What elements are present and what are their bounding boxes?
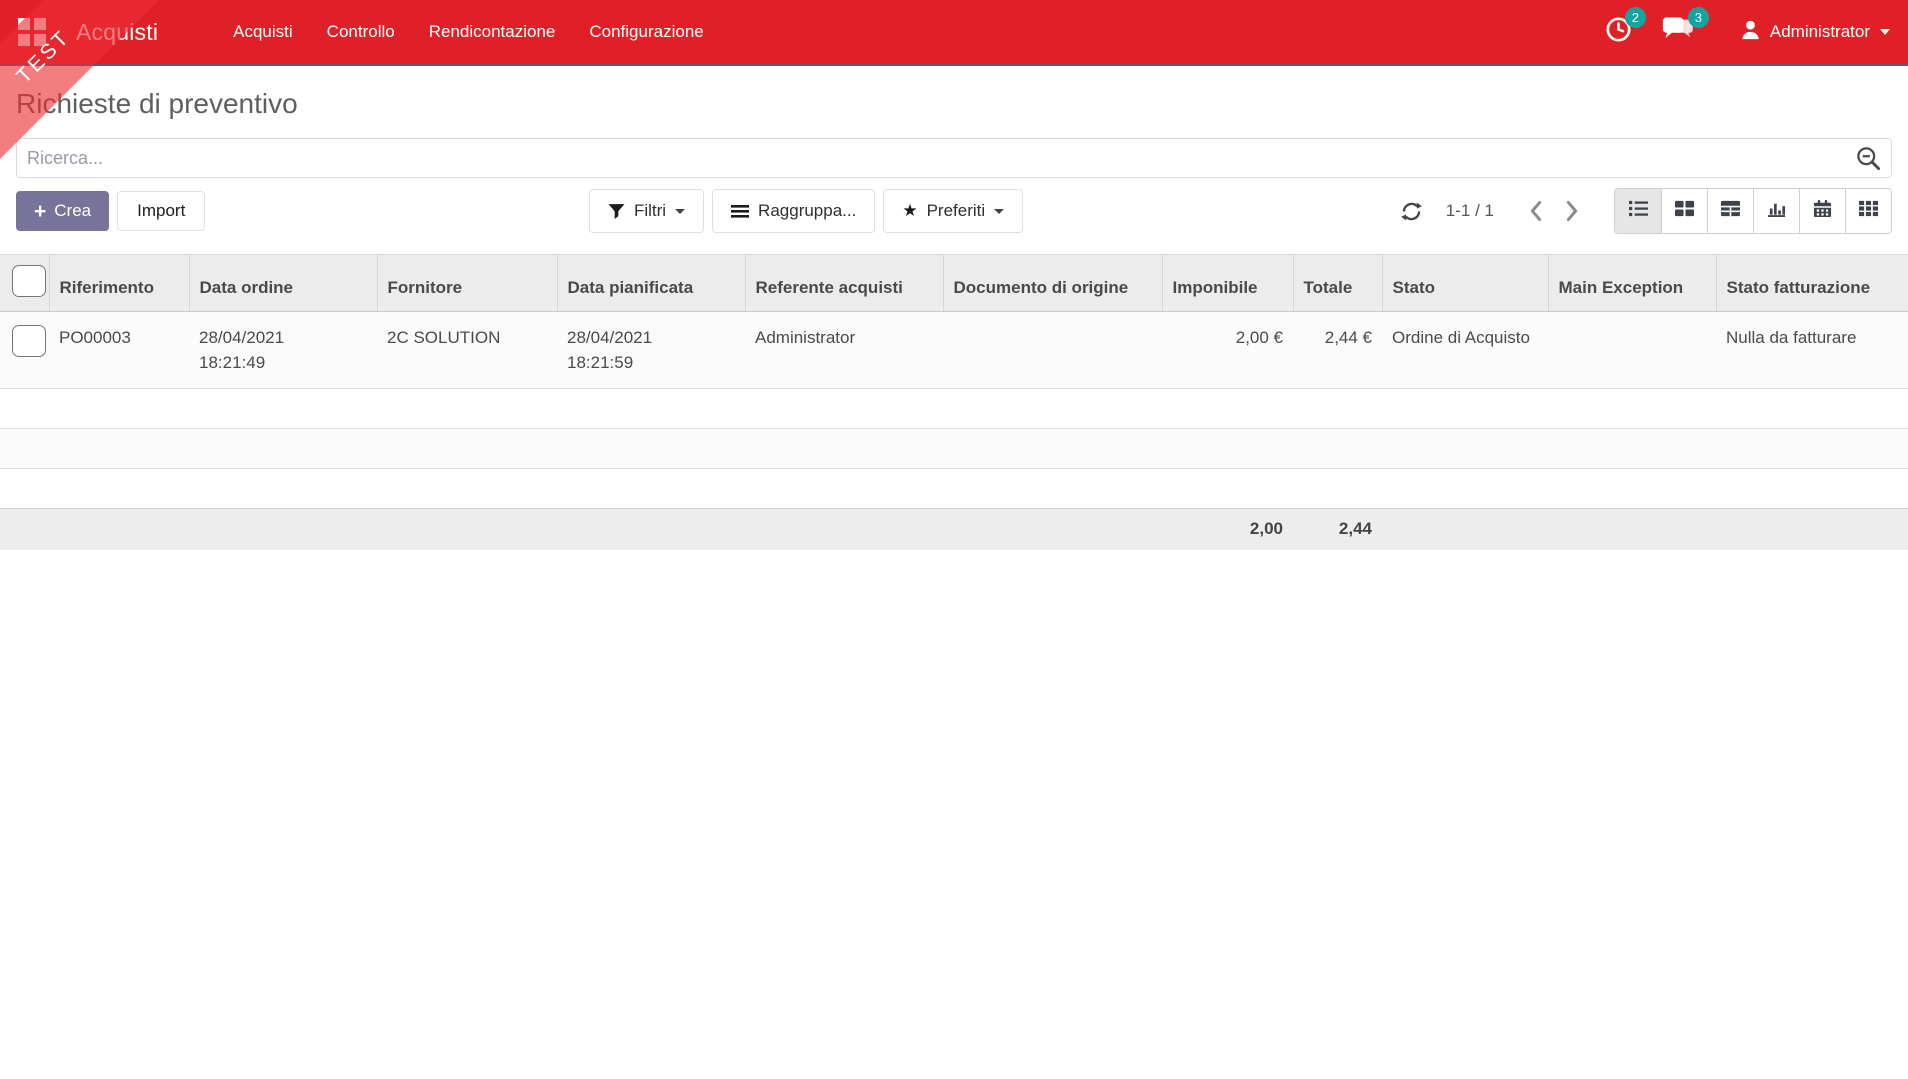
menu-controllo[interactable]: Controllo — [310, 0, 412, 64]
user-name: Administrator — [1769, 22, 1870, 41]
column-header-referente-acquisti[interactable]: Referente acquisti — [744, 254, 943, 312]
plus-icon: + — [34, 199, 47, 223]
user-menu[interactable]: Administrator — [1739, 18, 1890, 46]
records-table: Riferimento Data ordine Fornitore Data p… — [0, 254, 1908, 550]
groupby-button[interactable]: Raggruppa... — [712, 189, 876, 233]
messages-badge: 3 — [1687, 7, 1709, 28]
calendar-view-icon — [1812, 199, 1833, 223]
cell-fornitore: 2C SOLUTION — [377, 311, 557, 389]
column-header-stato[interactable]: Stato — [1381, 254, 1548, 312]
import-button[interactable]: Import — [117, 191, 206, 231]
cell-stato-fatturazione: Nulla da fatturare — [1716, 311, 1908, 389]
top-navbar: Acquisti Acquisti Controllo Rendicontazi… — [0, 0, 1908, 66]
refresh-icon[interactable] — [1399, 199, 1424, 224]
table-footer-row: 2,00 2,44 — [0, 508, 1908, 550]
create-button[interactable]: + Crea — [16, 191, 110, 231]
bars-icon — [731, 203, 750, 219]
favorites-button[interactable]: ★ Preferiti — [883, 189, 1024, 233]
footer-imponibile-sum: 2,00 — [1162, 508, 1293, 550]
graph-view-icon — [1766, 199, 1787, 223]
view-switcher — [1614, 188, 1892, 234]
column-header-main-exception[interactable]: Main Exception — [1547, 254, 1716, 312]
filters-button[interactable]: Filtri — [588, 189, 705, 233]
empty-row — [0, 388, 1908, 429]
search-options: Filtri Raggruppa... ★ Preferiti — [581, 189, 1024, 233]
chevron-down-icon — [675, 208, 686, 214]
cell-documento-origine — [943, 311, 1162, 389]
cell-imponibile: 2,00 € — [1162, 311, 1293, 389]
column-header-imponibile[interactable]: Imponibile — [1161, 254, 1293, 312]
select-all-checkbox[interactable] — [12, 265, 46, 297]
calendar-view-button[interactable] — [1799, 189, 1845, 233]
list-view-button[interactable] — [1615, 189, 1661, 233]
cell-data-ordine: 28/04/2021 18:21:49 — [189, 311, 377, 389]
empty-row — [0, 428, 1908, 469]
empty-row — [0, 468, 1908, 509]
pager-range: 1-1 / 1 — [1445, 201, 1494, 220]
column-header-riferimento[interactable]: Riferimento — [48, 254, 189, 312]
cell-stato: Ordine di Acquisto — [1382, 311, 1548, 389]
column-header-stato-fatturazione[interactable]: Stato fatturazione — [1715, 254, 1908, 312]
chevron-down-icon — [994, 208, 1005, 214]
dashboard-view-button[interactable] — [1845, 189, 1891, 233]
footer-totale-sum: 2,44 — [1293, 508, 1382, 550]
search-bar — [16, 138, 1892, 178]
pivot-view-button[interactable] — [1707, 189, 1753, 233]
grid-view-icon — [1858, 199, 1879, 223]
cell-totale: 2,44 € — [1293, 311, 1382, 389]
table-header-row: Riferimento Data ordine Fornitore Data p… — [0, 254, 1908, 312]
column-header-data-pianificata[interactable]: Data pianificata — [556, 254, 745, 312]
main-menu: Acquisti Controllo Rendicontazione Confi… — [216, 0, 721, 64]
app-brand[interactable]: Acquisti — [76, 19, 158, 46]
pager: 1-1 / 1 — [1399, 188, 1892, 234]
menu-acquisti[interactable]: Acquisti — [216, 0, 310, 64]
search-minus-icon[interactable] — [1855, 145, 1882, 177]
star-icon: ★ — [902, 201, 918, 220]
activities-button[interactable]: 2 — [1605, 7, 1646, 48]
funnel-icon — [608, 203, 625, 220]
messages-button[interactable]: 3 — [1662, 7, 1709, 48]
cell-riferimento: PO00003 — [49, 311, 189, 389]
cell-data-pianificata: 28/04/2021 18:21:59 — [557, 311, 745, 389]
page-title: Richieste di preventivo — [16, 88, 298, 119]
user-avatar-icon — [1739, 18, 1762, 46]
cell-main-exception — [1548, 311, 1716, 389]
menu-rendicontazione[interactable]: Rendicontazione — [412, 0, 573, 64]
pivot-view-icon — [1720, 199, 1741, 223]
row-checkbox[interactable] — [12, 325, 46, 357]
menu-configurazione[interactable]: Configurazione — [572, 0, 720, 64]
column-header-documento-origine[interactable]: Documento di origine — [942, 254, 1162, 312]
cell-referente-acquisti: Administrator — [745, 311, 943, 389]
control-panel: + Crea Import Filtri Raggruppa... ★ Pref… — [16, 188, 1892, 234]
kanban-view-icon — [1674, 199, 1695, 223]
apps-menu-icon[interactable] — [18, 18, 46, 46]
systray: 2 3 Administrator — [1575, 7, 1890, 48]
kanban-view-button[interactable] — [1661, 189, 1707, 233]
column-header-totale[interactable]: Totale — [1292, 254, 1382, 312]
activities-badge: 2 — [1624, 7, 1646, 28]
pager-next-icon[interactable] — [1554, 196, 1590, 226]
graph-view-button[interactable] — [1753, 189, 1799, 233]
pager-previous-icon[interactable] — [1518, 196, 1554, 226]
list-view-icon — [1628, 199, 1649, 223]
column-header-fornitore[interactable]: Fornitore — [376, 254, 557, 312]
table-row[interactable]: PO00003 28/04/2021 18:21:49 2C SOLUTION … — [0, 311, 1908, 389]
chevron-down-icon — [1880, 29, 1890, 35]
column-header-data-ordine[interactable]: Data ordine — [188, 254, 377, 312]
search-input[interactable] — [16, 138, 1892, 178]
